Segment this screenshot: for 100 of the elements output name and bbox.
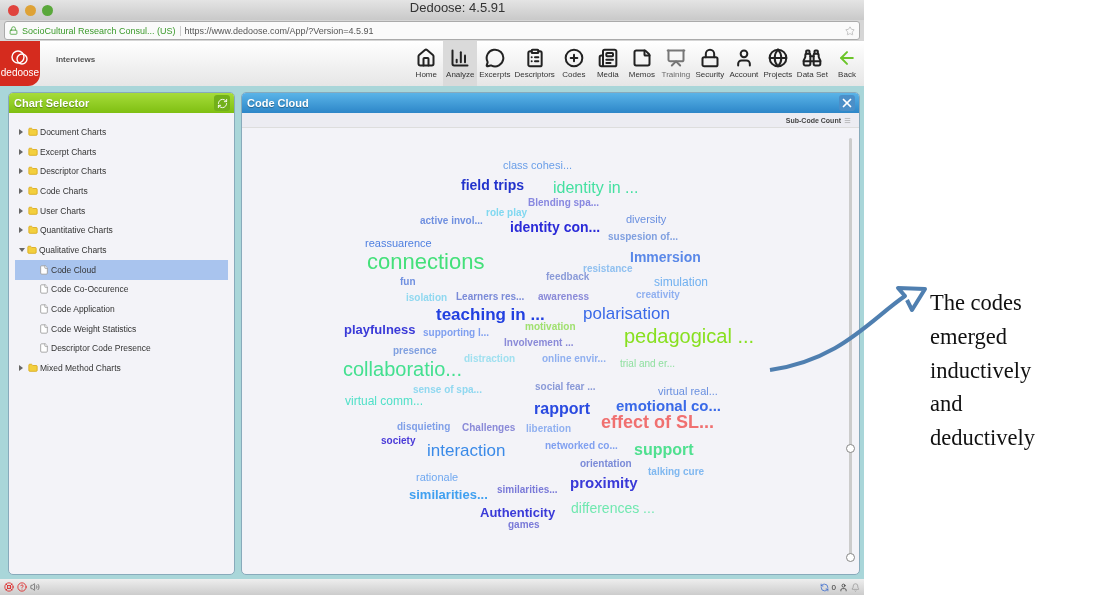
cloud-word[interactable]: supporting l... <box>423 328 490 338</box>
cloud-word[interactable]: field trips <box>461 178 524 192</box>
cloud-word[interactable]: fun <box>400 277 416 287</box>
cloud-word[interactable]: Blending spa... <box>528 198 600 208</box>
tree-item[interactable]: Descriptor Code Presence <box>15 338 228 359</box>
minimize-window-icon[interactable] <box>25 4 36 16</box>
folder-icon <box>27 244 37 255</box>
slider-thumb[interactable] <box>846 553 855 562</box>
cloud-word[interactable]: effect of SL... <box>601 413 714 431</box>
cloud-word[interactable]: Authenticity <box>480 506 556 519</box>
tree-item[interactable]: Code Co-Occurence <box>15 279 228 300</box>
cloud-word[interactable]: class cohesi... <box>503 160 573 171</box>
folder-icon <box>28 225 38 236</box>
app-logo[interactable]: dedoose <box>0 41 40 86</box>
folder-icon <box>28 166 38 177</box>
tree-folder[interactable]: Quantitative Charts <box>15 220 228 241</box>
note-icon <box>631 48 652 68</box>
cloud-word[interactable]: online envir... <box>542 354 606 364</box>
zoom-window-icon[interactable] <box>42 4 53 16</box>
folder-icon <box>28 363 38 374</box>
cloud-word[interactable]: similarities... <box>497 485 558 495</box>
file-icon <box>39 343 49 354</box>
refresh-icon[interactable] <box>214 95 230 111</box>
cloud-word[interactable]: society <box>381 436 416 446</box>
cloud-word[interactable]: active invol... <box>420 216 483 226</box>
file-icon <box>39 284 49 295</box>
cloud-word[interactable]: proximity <box>570 475 638 490</box>
cloud-word[interactable]: networked co... <box>545 441 618 451</box>
menu-icon[interactable] <box>844 116 851 124</box>
lock-icon <box>9 26 18 35</box>
tree-folder[interactable]: Descriptor Charts <box>15 161 228 182</box>
help-icon[interactable] <box>17 582 27 592</box>
toolbar-button[interactable]: Projects <box>760 41 795 86</box>
cloud-word[interactable]: orientation <box>580 459 632 469</box>
cloud-word[interactable]: rationale <box>416 472 459 483</box>
window-title: Dedoose: 4.5.91 <box>409 0 506 15</box>
cloud-word[interactable]: simulation <box>654 276 709 288</box>
cloud-word[interactable]: teaching in ... <box>436 306 545 323</box>
cloud-word[interactable]: playfulness <box>344 323 416 336</box>
tree-folder[interactable]: Document Charts <box>15 122 228 142</box>
toolbar-button[interactable]: Excerpts <box>477 41 513 86</box>
tree-folder[interactable]: Qualitative Charts <box>15 240 228 260</box>
cloud-word[interactable]: awareness <box>538 292 590 302</box>
cloud-word[interactable]: identity con... <box>510 220 601 234</box>
slider-thumb[interactable] <box>846 443 855 453</box>
cloud-word[interactable]: Challenges <box>462 423 516 433</box>
cloud-word[interactable]: suspesion of... <box>608 232 678 242</box>
cloud-word[interactable]: social fear ... <box>535 382 596 392</box>
close-window-icon[interactable] <box>8 4 19 16</box>
globe-icon <box>767 48 788 68</box>
cloud-word[interactable]: emotional co... <box>616 398 721 413</box>
clipboard-icon <box>524 48 545 68</box>
tree-folder[interactable]: Excerpt Charts <box>15 141 228 162</box>
sync-icon[interactable] <box>819 582 829 592</box>
close-icon[interactable] <box>839 95 855 111</box>
back-arrow-icon <box>837 48 857 68</box>
toolbar-button[interactable]: Codes <box>556 41 591 86</box>
plus-circle-icon <box>563 48 584 68</box>
cloud-word[interactable]: reassuarence <box>365 238 432 249</box>
cloud-word[interactable]: talking cure <box>648 467 705 477</box>
speaker-icon[interactable] <box>30 582 40 592</box>
bell-icon[interactable] <box>851 582 860 592</box>
toolbar-button[interactable]: Descriptors <box>512 41 557 86</box>
tree-folder[interactable]: Mixed Method Charts <box>15 358 228 378</box>
toolbar-button[interactable]: Media <box>590 41 625 86</box>
cloud-word[interactable]: liberation <box>526 424 571 434</box>
newspaper-icon <box>597 48 618 68</box>
cloud-word[interactable]: games <box>508 520 540 530</box>
folder-icon <box>28 185 38 196</box>
cloud-word[interactable]: interaction <box>427 442 506 459</box>
cloud-word[interactable]: diversity <box>626 214 667 225</box>
cloud-word[interactable]: rapport <box>534 401 590 417</box>
toolbar-button[interactable]: Home <box>409 41 444 86</box>
cloud-word[interactable]: polarisation <box>583 305 670 322</box>
tree-folder[interactable]: User Charts <box>15 200 228 221</box>
cloud-word[interactable]: creativity <box>636 290 680 300</box>
cloud-word[interactable]: feedback <box>546 272 590 282</box>
project-name: Interviews <box>56 55 96 64</box>
lifebuoy-icon[interactable] <box>4 582 14 592</box>
cloud-word[interactable]: Learners res... <box>456 292 525 302</box>
toolbar-button[interactable]: Back <box>830 41 864 86</box>
cloud-word[interactable]: presence <box>393 346 437 356</box>
tree-item[interactable]: Code Cloud <box>15 259 228 280</box>
cloud-word[interactable]: virtual real... <box>658 386 718 397</box>
toolbar-button[interactable]: Security <box>692 41 727 86</box>
toolbar-button[interactable]: Analyze <box>443 41 478 86</box>
cloud-word[interactable]: disquieting <box>397 422 451 432</box>
cloud-word[interactable]: Immersion <box>630 250 701 264</box>
toolbar-button[interactable]: Account <box>726 41 761 86</box>
address-field[interactable]: SocioCultural Research Consul... (US) https://www.dedoose.com/App/?Version=4.5.91 <box>4 21 860 40</box>
toolbar-button[interactable]: Data Set <box>794 41 830 86</box>
home-icon <box>416 48 437 68</box>
tree-folder[interactable]: Code Charts <box>15 181 228 201</box>
cloud-word[interactable]: similarities... <box>409 488 488 501</box>
user-icon[interactable] <box>839 582 848 592</box>
tree-item[interactable]: Code Application <box>15 299 228 319</box>
tree-item[interactable]: Code Weight Statistics <box>15 318 228 339</box>
star-icon[interactable] <box>845 25 855 36</box>
cloud-word[interactable]: Involvement ... <box>504 338 574 348</box>
toolbar-button[interactable]: Memos <box>624 41 659 86</box>
